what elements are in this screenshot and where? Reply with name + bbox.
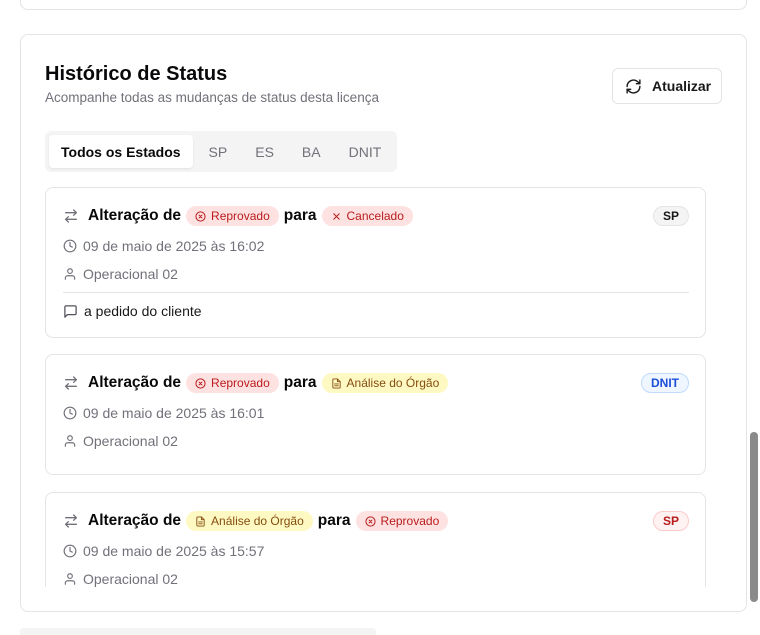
tab-ba[interactable]: BA bbox=[290, 135, 333, 168]
entry-user-text: Operacional 02 bbox=[83, 571, 178, 587]
arrows-swap-icon bbox=[65, 376, 77, 390]
entry-date-text: 09 de maio de 2025 às 16:01 bbox=[83, 405, 265, 421]
message-square-icon bbox=[64, 304, 77, 318]
scrollbar-thumb[interactable] bbox=[750, 432, 758, 602]
file-text-icon bbox=[196, 515, 205, 527]
status-history-card: Histórico de Status Acompanhe todas as m… bbox=[20, 34, 747, 612]
entry-date-text: 09 de maio de 2025 às 16:02 bbox=[83, 238, 265, 254]
status-to-badge: Análise do Órgão bbox=[321, 373, 449, 393]
x-circle-icon bbox=[195, 377, 206, 389]
entry-heading: Alteração de Análise do Órgão para Repro… bbox=[63, 511, 449, 531]
refresh-button[interactable]: Atualizar bbox=[612, 68, 722, 104]
entry-user: Operacional 02 bbox=[63, 571, 178, 587]
entry-date: 09 de maio de 2025 às 15:57 bbox=[63, 543, 264, 559]
status-from-label: Análise do Órgão bbox=[211, 514, 304, 528]
x-icon bbox=[332, 212, 340, 220]
status-to-label: Análise do Órgão bbox=[346, 376, 440, 390]
state-badge: SP bbox=[652, 206, 689, 226]
entry-user-text: Operacional 02 bbox=[83, 266, 178, 282]
state-badge: DNIT bbox=[641, 373, 689, 393]
clock-icon bbox=[63, 239, 77, 253]
clock-icon bbox=[63, 544, 77, 558]
tab-sp[interactable]: SP bbox=[197, 135, 240, 168]
connector-label: para bbox=[283, 207, 317, 224]
user-icon bbox=[64, 435, 76, 447]
history-list[interactable]: Alteração de Reprovado para Cancelado SP… bbox=[45, 187, 707, 587]
entry-user: Operacional 02 bbox=[63, 433, 178, 449]
entry-date: 09 de maio de 2025 às 16:01 bbox=[63, 405, 264, 421]
tab-es[interactable]: ES bbox=[243, 135, 286, 168]
history-entry: Alteração de Reprovado para Análise do Ó… bbox=[45, 354, 706, 475]
refresh-icon bbox=[626, 78, 641, 94]
status-to-badge: Cancelado bbox=[321, 206, 413, 226]
status-from-label: Reprovado bbox=[211, 209, 270, 223]
entry-comment-text: a pedido do cliente bbox=[84, 303, 202, 319]
user-icon bbox=[64, 268, 76, 280]
status-from-badge: Reprovado bbox=[186, 206, 279, 226]
x-circle-icon bbox=[364, 515, 376, 527]
history-entry: Alteração de Análise do Órgão para Repro… bbox=[45, 492, 706, 587]
status-to-badge: Reprovado bbox=[355, 511, 449, 531]
status-to-label: Cancelado bbox=[346, 209, 404, 223]
status-from-label: Reprovado bbox=[211, 376, 270, 390]
tab-dnit[interactable]: DNIT bbox=[337, 135, 394, 168]
state-tabs: Todos os Estados SP ES BA DNIT bbox=[45, 131, 398, 172]
entry-date-text: 09 de maio de 2025 às 15:57 bbox=[83, 543, 265, 559]
status-from-badge: Reprovado bbox=[186, 373, 279, 393]
history-entry: Alteração de Reprovado para Cancelado SP… bbox=[45, 187, 706, 338]
entry-heading: Alteração de Reprovado para Análise do Ó… bbox=[63, 373, 449, 393]
entry-comment: a pedido do cliente bbox=[63, 303, 202, 319]
change-label: Alteração de bbox=[88, 207, 182, 224]
file-text-icon bbox=[331, 377, 341, 389]
change-label: Alteração de bbox=[88, 374, 182, 391]
refresh-button-label: Atualizar bbox=[652, 78, 712, 94]
status-to-label: Reprovado bbox=[380, 514, 440, 528]
page-title: Histórico de Status bbox=[45, 63, 228, 85]
entry-user: Operacional 02 bbox=[63, 266, 178, 282]
tab-all-states[interactable]: Todos os Estados bbox=[49, 135, 193, 168]
status-from-badge: Análise do Órgão bbox=[186, 511, 313, 531]
arrows-swap-icon bbox=[65, 209, 77, 223]
change-label: Alteração de bbox=[88, 512, 182, 529]
x-circle-icon bbox=[195, 210, 206, 222]
arrows-swap-icon bbox=[65, 514, 77, 528]
state-badge: SP bbox=[652, 511, 689, 531]
next-card bbox=[20, 628, 376, 635]
entry-heading: Alteração de Reprovado para Cancelado bbox=[63, 206, 413, 226]
previous-card bbox=[20, 0, 747, 10]
connector-label: para bbox=[283, 374, 317, 391]
clock-icon bbox=[63, 406, 77, 420]
entry-divider bbox=[63, 292, 689, 293]
connector-label: para bbox=[317, 512, 351, 529]
entry-date: 09 de maio de 2025 às 16:02 bbox=[63, 238, 264, 254]
user-icon bbox=[64, 573, 76, 585]
page-subtitle: Acompanhe todas as mudanças de status de… bbox=[45, 90, 379, 105]
entry-user-text: Operacional 02 bbox=[83, 433, 178, 449]
